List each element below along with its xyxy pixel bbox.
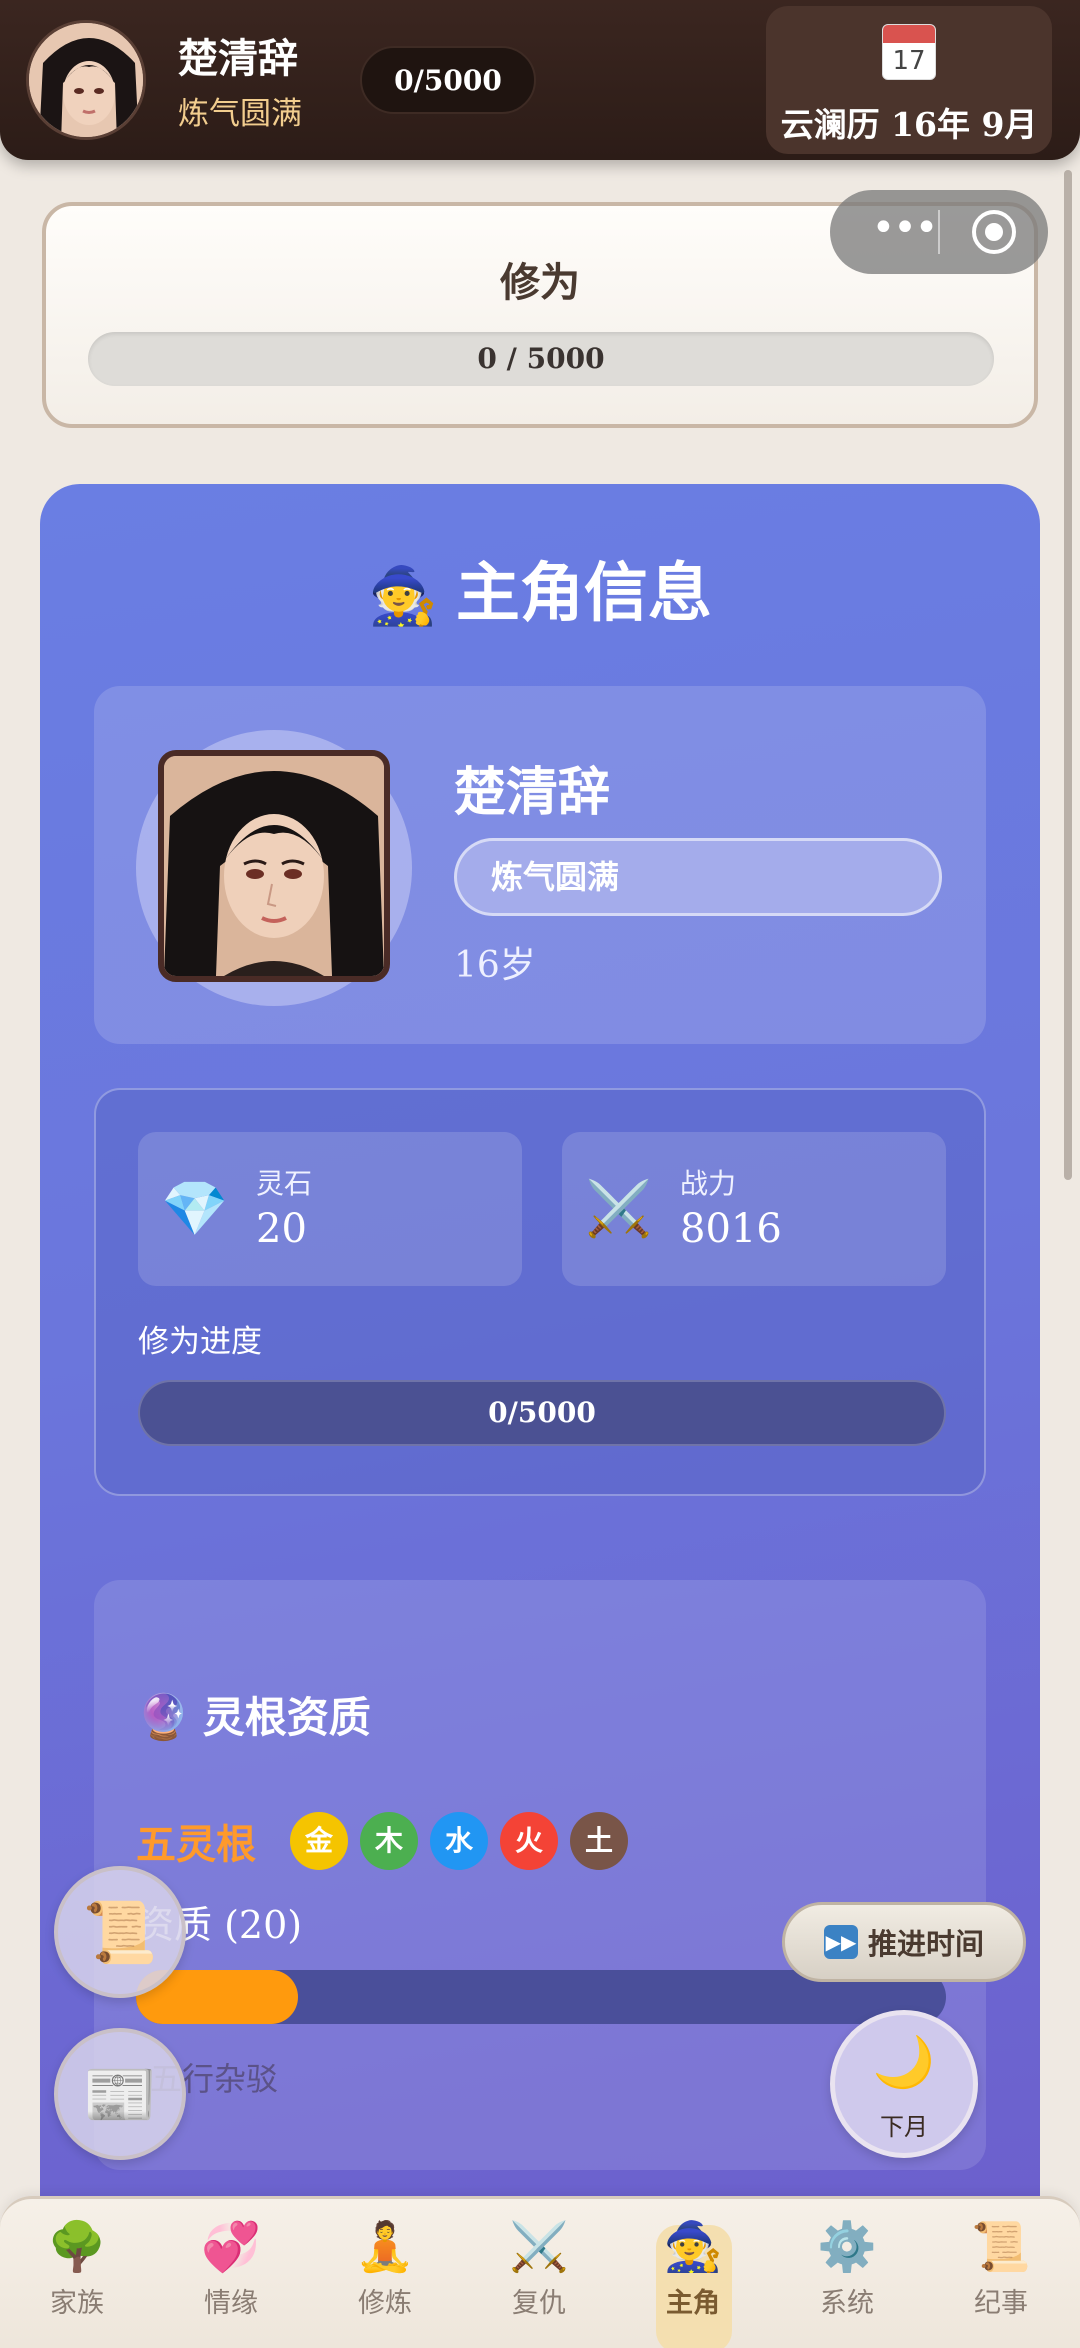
- wizard-icon: 🧙: [663, 2219, 723, 2275]
- combat-power-value: 8016: [680, 1206, 782, 1252]
- bottom-nav: 🌳 家族 💞 情缘 🧘 修炼 ⚔️ 复仇 🧙 主角 ⚙️ 系统 📜 纪事: [0, 2196, 1080, 2348]
- nav-cultivate[interactable]: 🧘 修炼: [315, 2215, 455, 2337]
- more-menu-icon[interactable]: •••: [864, 206, 944, 258]
- nav-label: 系统: [820, 2288, 874, 2319]
- capsule-divider: [938, 210, 940, 254]
- newspaper-icon: 📰: [82, 2059, 158, 2130]
- portrait-icon: [29, 23, 143, 137]
- hearts-icon: 💞: [201, 2219, 261, 2275]
- nav-revenge[interactable]: ⚔️ 复仇: [469, 2215, 609, 2337]
- top-bar: 楚清辞 炼气圆满 0/5000 17 云澜历 16年 9月: [0, 0, 1080, 160]
- meditation-icon: 🧘: [355, 2219, 415, 2275]
- player-realm: 炼气圆满: [178, 96, 302, 132]
- character-name: 楚清辞: [454, 763, 611, 823]
- next-month-button[interactable]: 🌙 下月: [830, 2010, 978, 2158]
- calendar-box[interactable]: 17 云澜历 16年 9月: [766, 6, 1052, 154]
- stats-card: 💎 灵石 20 ⚔️ 战力 8016 修为进度 0/5000: [94, 1088, 986, 1496]
- nav-label: 情缘: [204, 2288, 258, 2319]
- next-month-label: 下月: [880, 2113, 928, 2141]
- cultivation-progress-text: 0 / 5000: [477, 342, 605, 375]
- miniprogram-capsule: •••: [830, 190, 1048, 274]
- cultivation-progress-bar: 0/5000: [138, 1380, 946, 1446]
- cultivation-progress-bar: 0 / 5000: [88, 332, 994, 386]
- spirit-stone-stat: 💎 灵石 20: [138, 1132, 522, 1286]
- spirit-stone-label: 灵石: [256, 1167, 313, 1200]
- element-earth-badge: 土: [570, 1812, 628, 1870]
- cultivation-progress-label: 修为进度: [138, 1324, 262, 1360]
- scroll-icon: 📜: [82, 1897, 158, 1968]
- advance-time-button[interactable]: ▶▶ 推进时间: [782, 1902, 1026, 1982]
- nav-label: 家族: [50, 2288, 104, 2319]
- scroll-button[interactable]: 📜: [54, 1866, 186, 1998]
- element-metal-badge: 金: [290, 1812, 348, 1870]
- gem-icon: 💎: [161, 1177, 229, 1240]
- element-water-badge: 水: [430, 1812, 488, 1870]
- nav-protagonist[interactable]: 🧙 主角: [623, 2215, 763, 2348]
- close-miniprogram-icon[interactable]: [972, 210, 1016, 254]
- realm-badge: 炼气圆满: [454, 838, 942, 916]
- spirit-stone-value: 20: [256, 1206, 307, 1252]
- nav-label: 纪事: [974, 2288, 1028, 2319]
- nav-chronicle[interactable]: 📜 纪事: [931, 2215, 1071, 2337]
- tree-icon: 🌳: [47, 2219, 107, 2275]
- game-date: 云澜历 16年 9月: [780, 105, 1038, 144]
- panel-title: 🧙 主角信息: [368, 557, 712, 631]
- element-fire-badge: 火: [500, 1812, 558, 1870]
- combat-power-label: 战力: [680, 1167, 737, 1200]
- crossed-swords-icon: ⚔️: [509, 2219, 569, 2275]
- profile-card: 楚清辞 炼气圆满 16岁: [94, 686, 986, 1044]
- spirit-root-type: 五灵根: [136, 1822, 256, 1868]
- nav-label: 主角: [666, 2288, 720, 2319]
- nav-romance[interactable]: 💞 情缘: [161, 2215, 301, 2337]
- cultivation-counter: 0/5000: [360, 46, 536, 114]
- news-button[interactable]: 📰: [54, 2028, 186, 2160]
- cultivation-progress-text: 0/5000: [488, 1396, 596, 1429]
- nav-label: 修炼: [358, 2288, 412, 2319]
- wizard-icon: 🧙: [368, 564, 438, 629]
- avatar[interactable]: [26, 20, 146, 140]
- fast-forward-icon: ▶▶: [823, 1925, 858, 1959]
- advance-time-label: 推进时间: [867, 1927, 984, 1961]
- nav-label: 复仇: [512, 2288, 566, 2319]
- scrollbar[interactable]: [1064, 170, 1072, 1180]
- crystal-ball-icon: 🔮: [136, 1692, 191, 1743]
- player-name: 楚清辞: [178, 36, 298, 82]
- spirit-root-title: 🔮 灵根资质: [136, 1692, 371, 1743]
- calendar-icon: 17: [882, 24, 936, 80]
- portrait-icon: [164, 756, 384, 976]
- combat-power-stat: ⚔️ 战力 8016: [562, 1132, 946, 1286]
- element-wood-badge: 木: [360, 1812, 418, 1870]
- gear-icon: ⚙️: [817, 2219, 877, 2275]
- moon-icon: 🌙: [872, 2033, 936, 2091]
- nav-family[interactable]: 🌳 家族: [7, 2215, 147, 2337]
- nav-system[interactable]: ⚙️ 系统: [777, 2215, 917, 2337]
- character-age: 16岁: [454, 945, 536, 986]
- character-portrait[interactable]: [158, 750, 390, 982]
- scroll-icon: 📜: [971, 2219, 1031, 2275]
- crossed-swords-icon: ⚔️: [585, 1177, 653, 1240]
